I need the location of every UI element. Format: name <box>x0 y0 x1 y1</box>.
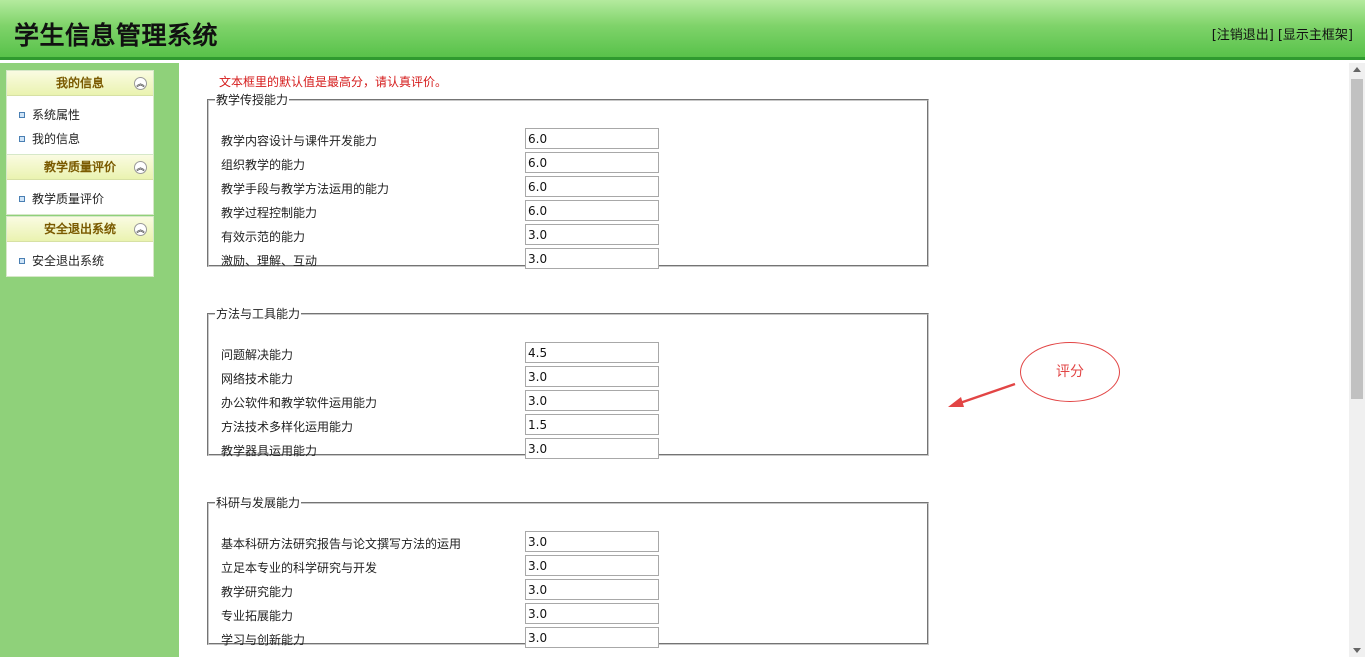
score-label: 立足本专业的科学研究与开发 <box>221 561 378 575</box>
score-input[interactable] <box>525 603 659 624</box>
score-input[interactable] <box>525 555 659 576</box>
scroll-down-icon[interactable] <box>1353 648 1361 653</box>
panel-header-my-info[interactable]: 我的信息 ︽ <box>7 71 153 96</box>
bullet-icon <box>19 135 25 142</box>
show-main-frame-link[interactable]: [显示主框架] <box>1278 28 1353 43</box>
score-row: 教学过程控制能力 <box>221 200 921 222</box>
score-label: 教学内容设计与课件开发能力 <box>221 134 378 148</box>
group-title: 教学传授能力 <box>216 93 289 107</box>
score-row: 基本科研方法研究报告与论文撰写方法的运用 <box>221 531 921 553</box>
score-input[interactable] <box>525 414 659 435</box>
score-label: 办公软件和教学软件运用能力 <box>221 396 378 410</box>
score-input[interactable] <box>525 342 659 363</box>
score-row: 专业拓展能力 <box>221 603 921 625</box>
score-input[interactable] <box>525 200 659 221</box>
sidebar-item-my-info[interactable]: 我的信息 <box>7 126 153 150</box>
score-input[interactable] <box>525 128 659 149</box>
sidebar-item-label: 安全退出系统 <box>32 254 105 268</box>
score-label: 专业拓展能力 <box>221 609 294 623</box>
scroll-up-icon[interactable] <box>1353 67 1361 72</box>
score-input[interactable] <box>525 579 659 600</box>
score-row: 教学内容设计与课件开发能力 <box>221 128 921 150</box>
main-content: 文本框里的默认值是最高分，请认真评价。 教学传授能力 教学内容设计与课件开发能力… <box>179 63 1349 657</box>
panel-teaching-evaluation: 教学质量评价 ︽ 教学质量评价 <box>6 154 154 215</box>
group-title: 科研与发展能力 <box>216 496 301 510</box>
collapse-icon[interactable]: ︽ <box>134 77 147 90</box>
score-row: 组织教学的能力 <box>221 152 921 174</box>
score-label: 教学器具运用能力 <box>221 444 318 458</box>
score-label: 教学手段与教学方法运用的能力 <box>221 182 390 196</box>
panel-title: 安全退出系统 <box>43 222 116 236</box>
sidebar-item-label: 教学质量评价 <box>32 192 105 206</box>
score-label: 基本科研方法研究报告与论文撰写方法的运用 <box>221 537 462 551</box>
score-label: 教学过程控制能力 <box>221 206 318 220</box>
logout-link[interactable]: [注销退出] <box>1212 28 1274 43</box>
score-label: 有效示范的能力 <box>221 230 306 244</box>
annotation-label: 评分 <box>1056 364 1084 380</box>
panel-header-safe-exit[interactable]: 安全退出系统 ︽ <box>7 217 153 242</box>
app-title: 学生信息管理系统 <box>14 21 219 50</box>
panel-title: 我的信息 <box>55 76 104 90</box>
score-input[interactable] <box>525 224 659 245</box>
group-title: 方法与工具能力 <box>216 307 301 321</box>
group-method-tool-ability: 方法与工具能力 问题解决能力 网络技术能力 办公软件和教学软件运用能力 方法技术… <box>207 305 929 459</box>
sidebar-item-safe-exit[interactable]: 安全退出系统 <box>7 248 153 272</box>
score-input[interactable] <box>525 152 659 173</box>
score-input[interactable] <box>525 176 659 197</box>
scroll-thumb[interactable] <box>1351 79 1363 399</box>
sidebar-item-system-properties[interactable]: 系统属性 <box>7 102 153 126</box>
score-label: 方法技术多样化运用能力 <box>221 420 354 434</box>
score-row: 有效示范的能力 <box>221 224 921 246</box>
score-input[interactable] <box>525 627 659 648</box>
score-row: 问题解决能力 <box>221 342 921 364</box>
app-header: 学生信息管理系统 [注销退出] [显示主框架] <box>0 0 1365 60</box>
score-label: 激励、理解、互动 <box>221 254 318 268</box>
score-row: 激励、理解、互动 <box>221 248 921 270</box>
score-label: 组织教学的能力 <box>221 158 306 172</box>
sidebar-item-label: 我的信息 <box>32 132 81 146</box>
score-row: 网络技术能力 <box>221 366 921 388</box>
score-input[interactable] <box>525 366 659 387</box>
collapse-icon[interactable]: ︽ <box>134 161 147 174</box>
annotation-arrow-icon <box>948 382 1016 407</box>
bullet-icon <box>19 195 25 202</box>
score-label: 问题解决能力 <box>221 348 294 362</box>
sidebar-item-teaching-evaluation[interactable]: 教学质量评价 <box>7 186 153 210</box>
panel-safe-exit: 安全退出系统 ︽ 安全退出系统 <box>6 216 154 277</box>
score-row: 立足本专业的科学研究与开发 <box>221 555 921 577</box>
group-teaching-ability: 教学传授能力 教学内容设计与课件开发能力 组织教学的能力 教学手段与教学方法运用… <box>207 91 929 270</box>
header-links: [注销退出] [显示主框架] <box>1208 24 1353 43</box>
score-label: 学习与创新能力 <box>221 633 306 647</box>
bullet-icon <box>19 111 25 118</box>
bullet-icon <box>19 257 25 264</box>
group-research-ability: 科研与发展能力 基本科研方法研究报告与论文撰写方法的运用 立足本专业的科学研究与… <box>207 494 929 648</box>
sidebar: 我的信息 ︽ 系统属性 我的信息 教学质量评价 ︽ 教学质量评价 安全退出系统 … <box>0 63 179 657</box>
score-row: 办公软件和教学软件运用能力 <box>221 390 921 412</box>
score-input[interactable] <box>525 438 659 459</box>
annotation-ellipse: 评分 <box>1020 342 1120 402</box>
panel-header-teaching-evaluation[interactable]: 教学质量评价 ︽ <box>7 155 153 180</box>
score-input[interactable] <box>525 248 659 269</box>
panel-title: 教学质量评价 <box>43 160 116 174</box>
collapse-icon[interactable]: ︽ <box>134 223 147 236</box>
score-input[interactable] <box>525 531 659 552</box>
score-input[interactable] <box>525 390 659 411</box>
score-label: 教学研究能力 <box>221 585 294 599</box>
score-row: 教学手段与教学方法运用的能力 <box>221 176 921 198</box>
score-row: 教学器具运用能力 <box>221 438 921 460</box>
score-row: 学习与创新能力 <box>221 627 921 649</box>
score-row: 方法技术多样化运用能力 <box>221 414 921 436</box>
score-row: 教学研究能力 <box>221 579 921 601</box>
score-label: 网络技术能力 <box>221 372 294 386</box>
panel-my-info: 我的信息 ︽ 系统属性 我的信息 <box>6 70 154 155</box>
vertical-scrollbar[interactable] <box>1349 63 1365 657</box>
notice-text: 文本框里的默认值是最高分，请认真评价。 <box>219 75 448 89</box>
sidebar-item-label: 系统属性 <box>32 108 81 122</box>
